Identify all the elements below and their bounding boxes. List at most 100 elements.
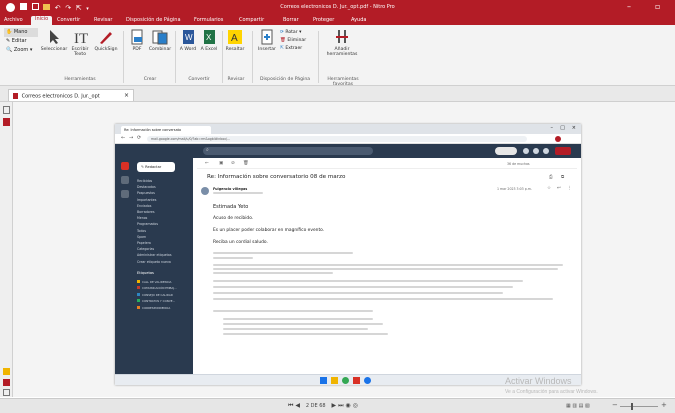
- select-label: Seleccionar: [40, 47, 68, 52]
- menu-ayuda[interactable]: Ayuda: [351, 17, 366, 23]
- menu-proteger[interactable]: Proteger: [313, 17, 334, 23]
- next-page-icon[interactable]: ▶: [332, 402, 337, 409]
- zoom-tool-button[interactable]: 🔍 Zoom ▾: [4, 46, 38, 55]
- zoom-slider[interactable]: [620, 403, 658, 410]
- menu-revisar[interactable]: Revisar: [94, 17, 112, 23]
- divider: [175, 31, 176, 83]
- prev-page-icon[interactable]: ◀: [295, 402, 300, 409]
- bookmarks-icon[interactable]: [3, 118, 10, 126]
- reload-icon[interactable]: ⟳: [137, 135, 141, 141]
- menu-inicio[interactable]: Inicio: [31, 16, 53, 25]
- forward-icon[interactable]: →: [129, 135, 133, 141]
- activation-watermark-title: Activar Windows: [505, 376, 572, 386]
- label-text: CALL DE VALIDENCIA: [142, 280, 172, 284]
- menu-archivo[interactable]: Archivo: [4, 17, 23, 23]
- continuous-view-icon[interactable]: ▥: [572, 403, 577, 409]
- close-tab-icon[interactable]: ×: [124, 92, 129, 99]
- edit-icon: ✎: [6, 38, 11, 44]
- facing-continuous-icon[interactable]: ▧: [585, 403, 590, 409]
- edit-tool-button[interactable]: ✎ Editar: [4, 37, 38, 46]
- create-label-link[interactable]: Crear etiqueta nueva: [137, 259, 191, 265]
- signatures-icon[interactable]: [3, 389, 10, 396]
- select-button[interactable]: Seleccionar: [40, 29, 68, 52]
- quoted-line: [213, 257, 253, 259]
- add-tools-button[interactable]: Añadir herramientas: [324, 29, 360, 57]
- report-icon[interactable]: ⊘: [231, 161, 235, 166]
- maximize-button[interactable]: ▫: [655, 2, 660, 11]
- search-bar[interactable]: ⌕: [203, 147, 373, 155]
- view-mode-buttons: ▦ ▥ ▤ ▧: [566, 403, 590, 409]
- print-email-icon[interactable]: ⎙: [549, 174, 553, 180]
- quicksign-button[interactable]: QuickSign: [93, 29, 119, 52]
- menu-borrar[interactable]: Borrar: [283, 17, 299, 23]
- pdf-file-icon: [13, 93, 18, 99]
- compose-button[interactable]: ✎ Redactar: [137, 162, 175, 172]
- pages-panel-icon[interactable]: [3, 106, 10, 114]
- mail-icon[interactable]: [121, 162, 129, 170]
- zoom-slider-thumb[interactable]: [631, 403, 633, 410]
- zoom-in-button[interactable]: +: [661, 401, 667, 409]
- sender-avatar: [201, 187, 209, 195]
- trash-icon[interactable]: 🗑: [243, 161, 249, 166]
- menu-convertir[interactable]: Convertir: [57, 17, 80, 23]
- pdf-button[interactable]: PDF: [127, 29, 147, 52]
- archive-icon[interactable]: ▣: [219, 161, 223, 166]
- history-forward-icon[interactable]: ◎: [353, 402, 358, 409]
- label-text: CONSEJO DE CALIDAD: [142, 292, 173, 297]
- browser-maximize-icon[interactable]: □: [560, 125, 565, 131]
- edge-icon: [364, 377, 371, 384]
- rotate-button[interactable]: ⟳ Rotar ▾: [280, 29, 314, 37]
- back-to-inbox-icon[interactable]: ←: [205, 161, 209, 166]
- comments-icon[interactable]: [3, 368, 10, 375]
- browser-tab[interactable]: Re: Información sobre conversato: [121, 126, 211, 134]
- star-icon[interactable]: ☆: [547, 186, 551, 191]
- svg-text:W: W: [185, 33, 193, 42]
- history-back-icon[interactable]: ◉: [345, 402, 350, 409]
- status-toggle[interactable]: [495, 147, 517, 155]
- zoom-out-button[interactable]: −: [612, 401, 618, 409]
- divider: [318, 31, 319, 83]
- gmail-header: ⌕: [115, 144, 581, 158]
- chat-icon[interactable]: [121, 176, 129, 184]
- document-tab[interactable]: Correos electronicos D. Jur._opt ×: [8, 89, 134, 101]
- profile-avatar[interactable]: [555, 136, 561, 142]
- minimize-button[interactable]: –: [627, 2, 631, 11]
- last-page-icon[interactable]: ⏭: [338, 402, 343, 409]
- reply-icon[interactable]: ↩: [557, 186, 561, 191]
- meet-icon[interactable]: [121, 190, 129, 198]
- url-field[interactable]: mail.google.com/mail/u/0/?ab=rm&ogbl#inb…: [147, 136, 527, 142]
- type-text-button[interactable]: IT Escribir Texto: [68, 29, 92, 57]
- label-item[interactable]: CORRESPONDENCIA: [137, 305, 191, 311]
- first-page-icon[interactable]: ⏮: [288, 402, 293, 409]
- menu-compartir[interactable]: Compartir: [239, 17, 264, 23]
- open-new-window-icon[interactable]: ⧉: [561, 174, 564, 180]
- extract-icon: ⇱: [280, 46, 284, 51]
- email-line-3: Reciba un cordial saludo.: [213, 240, 268, 245]
- insert-button[interactable]: Insertar: [256, 29, 278, 52]
- combine-button[interactable]: Combinar: [147, 29, 173, 52]
- hand-tool-button[interactable]: ✋ Mano: [4, 28, 38, 37]
- attachments-icon[interactable]: [3, 379, 10, 386]
- extract-button[interactable]: ⇱ Extraer: [280, 45, 314, 53]
- back-icon[interactable]: ←: [121, 135, 125, 141]
- apps-icon[interactable]: [543, 148, 549, 154]
- delete-button[interactable]: 🗑 Eliminar: [280, 37, 314, 45]
- page-indicator[interactable]: 2 DE 68: [306, 403, 326, 409]
- group-crear: Crear: [143, 77, 157, 82]
- divider: [222, 31, 223, 83]
- message-pane: ← ▣ ⊘ 🗑 36 de muchas Re: Información sob…: [197, 160, 577, 372]
- highlight-button[interactable]: A Resaltar: [224, 29, 246, 52]
- more-icon[interactable]: ⋮: [567, 186, 572, 191]
- browser-close-icon[interactable]: ×: [572, 125, 576, 131]
- to-excel-button[interactable]: X A Excel: [199, 29, 219, 52]
- pen-icon: [100, 32, 112, 44]
- to-word-button[interactable]: W A Word: [178, 29, 198, 52]
- browser-minimize-icon[interactable]: –: [551, 125, 554, 131]
- help-icon[interactable]: [523, 148, 529, 154]
- settings-icon[interactable]: [533, 148, 539, 154]
- single-page-view-icon[interactable]: ▦: [566, 403, 571, 409]
- menu-disposicion[interactable]: Disposición de Página: [126, 17, 181, 23]
- menu-formularios[interactable]: Formularios: [194, 17, 223, 23]
- quoted-line: [213, 252, 353, 254]
- facing-view-icon[interactable]: ▤: [579, 403, 584, 409]
